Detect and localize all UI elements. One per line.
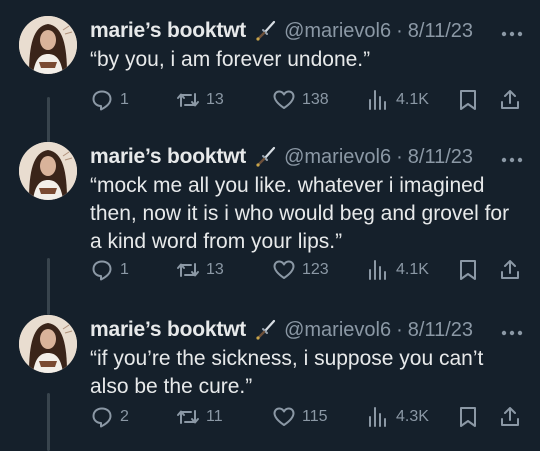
- reply-count: 1: [120, 261, 129, 278]
- like-button[interactable]: 115: [272, 403, 328, 431]
- tweet-actions: 2 11 115 4.3K: [90, 403, 530, 431]
- reply-count: 2: [120, 408, 129, 425]
- share-icon: [501, 407, 519, 426]
- like-count: 138: [302, 91, 329, 108]
- tweet[interactable]: marie’s booktwt @marievol6 · 8/11/23 “if…: [0, 315, 540, 451]
- tweet-header: marie’s booktwt @marievol6 · 8/11/23: [90, 16, 473, 46]
- share-button[interactable]: [498, 256, 522, 284]
- separator-dot: ·: [396, 318, 403, 341]
- user-handle[interactable]: @marievol6: [284, 319, 391, 342]
- bookmark-button[interactable]: [456, 86, 480, 114]
- reply-count: 1: [120, 91, 129, 108]
- views-button[interactable]: 4.3K: [366, 403, 429, 431]
- avatar[interactable]: [19, 16, 77, 74]
- view-count: 4.1K: [396, 261, 429, 278]
- reply-button[interactable]: 1: [90, 256, 129, 284]
- retweet-icon: [177, 263, 199, 277]
- bookmark-button[interactable]: [456, 256, 480, 284]
- retweet-button[interactable]: 13: [176, 256, 224, 284]
- like-count: 123: [302, 261, 329, 278]
- tweet-text: “by you, i am forever undone.”: [90, 48, 371, 71]
- share-icon: [501, 90, 519, 109]
- bookmark-icon: [460, 260, 476, 280]
- heart-icon: [273, 260, 295, 279]
- like-count: 115: [302, 408, 328, 425]
- view-count: 4.1K: [396, 91, 429, 108]
- views-icon: [369, 407, 386, 427]
- reply-icon: [92, 260, 112, 281]
- tweet-actions: 1 13 123 4.1K: [90, 256, 530, 284]
- share-button[interactable]: [498, 403, 522, 431]
- user-handle[interactable]: @marievol6: [284, 146, 391, 169]
- tweet-header: marie’s booktwt @marievol6 · 8/11/23: [90, 142, 473, 172]
- display-name[interactable]: marie’s booktwt: [90, 19, 246, 43]
- reply-button[interactable]: 2: [90, 403, 129, 431]
- user-handle[interactable]: @marievol6: [284, 20, 391, 43]
- views-icon: [369, 90, 386, 110]
- bookmark-icon: [460, 407, 476, 427]
- retweet-count: 13: [206, 91, 224, 108]
- display-name[interactable]: marie’s booktwt: [90, 318, 246, 342]
- avatar-portrait-icon: [19, 16, 77, 74]
- heart-icon: [273, 90, 295, 109]
- share-icon: [501, 260, 519, 279]
- bookmark-icon: [460, 90, 476, 110]
- tweet-date[interactable]: 8/11/23: [408, 146, 473, 169]
- reply-icon: [92, 407, 112, 428]
- avatar[interactable]: [19, 142, 77, 200]
- avatar-portrait-icon: [19, 315, 77, 373]
- views-button[interactable]: 4.1K: [366, 86, 429, 114]
- retweet-icon: [177, 410, 199, 424]
- retweet-count: 13: [206, 261, 224, 278]
- like-button[interactable]: 123: [272, 256, 329, 284]
- heart-icon: [273, 407, 295, 426]
- more-icon[interactable]: [500, 152, 524, 163]
- views-button[interactable]: 4.1K: [366, 256, 429, 284]
- views-icon: [369, 260, 386, 280]
- reply-icon: [92, 90, 112, 111]
- dagger-icon: [254, 19, 278, 43]
- view-count: 4.3K: [396, 408, 429, 425]
- more-icon[interactable]: [500, 325, 524, 336]
- tweet-header: marie’s booktwt @marievol6 · 8/11/23: [90, 315, 473, 345]
- bookmark-button[interactable]: [456, 403, 480, 431]
- tweet-text: “if you’re the sickness, i suppose you c…: [90, 347, 484, 398]
- dagger-icon: [254, 318, 278, 342]
- display-name[interactable]: marie’s booktwt: [90, 145, 246, 169]
- more-icon[interactable]: [500, 26, 524, 37]
- tweet-timeline: marie’s booktwt @marievol6 · 8/11/23 “by…: [0, 0, 540, 451]
- tweet-text: “mock me all you like. whatever i imagin…: [90, 174, 510, 253]
- retweet-button[interactable]: 13: [176, 86, 224, 114]
- separator-dot: ·: [396, 145, 403, 168]
- avatar[interactable]: [19, 315, 77, 373]
- tweet-date[interactable]: 8/11/23: [408, 20, 473, 43]
- tweet-actions: 1 13 138 4.1K: [90, 86, 530, 114]
- avatar-portrait-icon: [19, 142, 77, 200]
- reply-button[interactable]: 1: [90, 86, 129, 114]
- separator-dot: ·: [396, 19, 403, 42]
- retweet-button[interactable]: 11: [176, 403, 223, 431]
- tweet-date[interactable]: 8/11/23: [408, 319, 473, 342]
- like-button[interactable]: 138: [272, 86, 329, 114]
- tweet[interactable]: marie’s booktwt @marievol6 · 8/11/23 “by…: [0, 16, 540, 126]
- retweet-count: 11: [206, 408, 223, 425]
- dagger-icon: [254, 145, 278, 169]
- retweet-icon: [177, 93, 199, 107]
- share-button[interactable]: [498, 86, 522, 114]
- tweet[interactable]: marie’s booktwt @marievol6 · 8/11/23 “mo…: [0, 142, 540, 302]
